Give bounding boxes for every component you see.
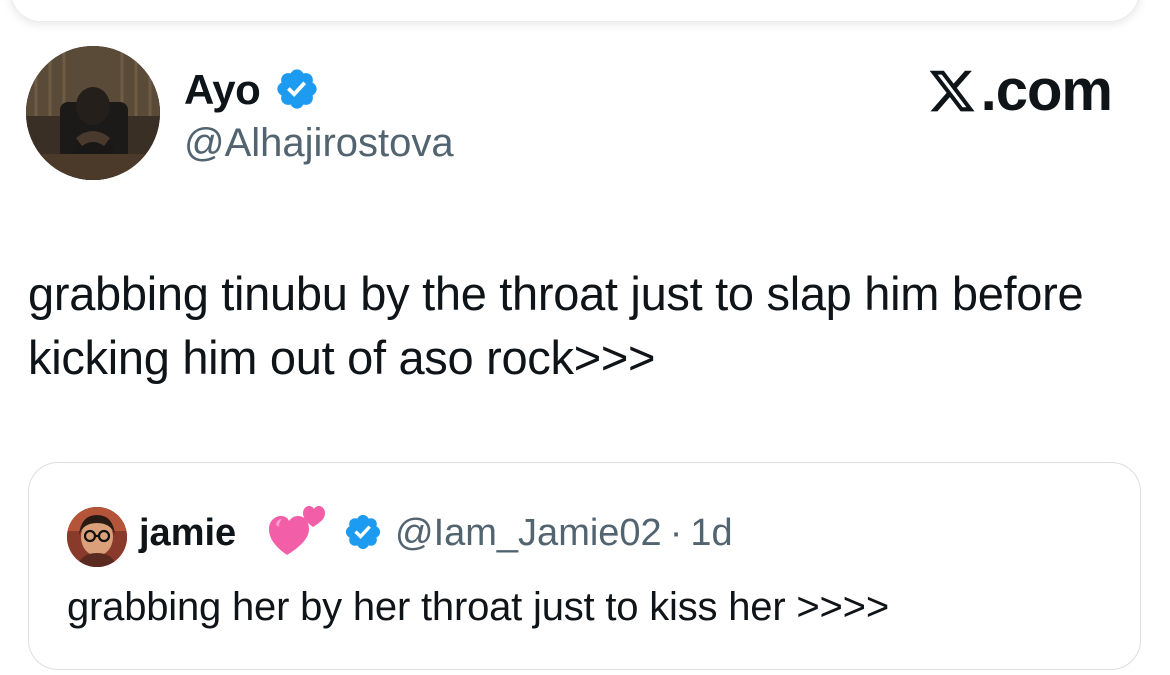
author-display-name[interactable]: Ayo	[184, 64, 261, 116]
quoted-tweet-meta: @Iam_Jamie02 · 1d	[395, 509, 733, 557]
quoted-author-handle[interactable]: @Iam_Jamie02	[395, 512, 662, 554]
author-avatar[interactable]	[26, 46, 160, 180]
quoted-author-avatar-image	[67, 507, 127, 567]
heart-emoji-icon	[269, 506, 325, 555]
verified-badge-icon	[277, 69, 317, 109]
quoted-author-name[interactable]: jamie	[139, 509, 236, 557]
quoted-tweet-card[interactable]: jamie @Iam_Jamie02 · 1d grabbing her by he…	[28, 462, 1141, 670]
author-handle[interactable]: @Alhajirostova	[184, 118, 454, 168]
x-logo-icon	[929, 70, 975, 112]
meta-separator: ·	[669, 512, 683, 554]
tweet-screenshot: Ayo @Alhajirostova .com grabbing tinubu …	[0, 0, 1170, 675]
quoted-tweet-text: grabbing her by her throat just to kiss …	[67, 585, 890, 629]
tweet-body-text: grabbing tinubu by the throat just to sl…	[28, 267, 1084, 384]
brand-domain-label: .com	[980, 58, 1113, 123]
quoted-author-avatar[interactable]	[67, 507, 127, 567]
quoted-verified-badge-icon	[345, 514, 381, 550]
quoted-tweet-time[interactable]: 1d	[690, 512, 732, 554]
previous-card-edge	[10, 0, 1140, 22]
brand-watermark: .com	[927, 58, 1113, 124]
author-avatar-image	[26, 46, 160, 180]
